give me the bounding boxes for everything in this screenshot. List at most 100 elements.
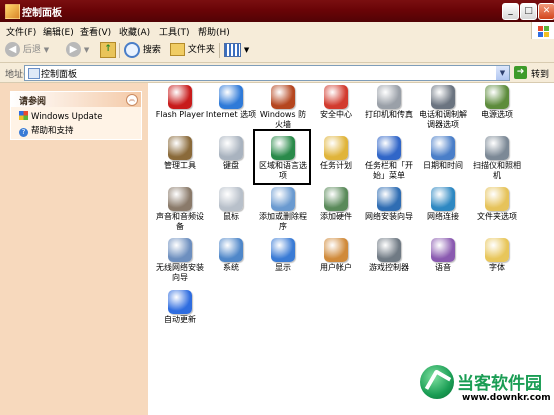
address-input[interactable]: 控制面板 ▼ [24,65,510,81]
speaker-icon [168,187,192,211]
control-panel-item[interactable]: 管理工具 [153,134,207,186]
search-label: 搜索 [142,45,161,56]
back-button[interactable]: ◀ 后退 ▼ [5,42,49,59]
up-folder-button[interactable]: ↑ [100,42,116,59]
control-panel-item[interactable]: 键盘 [204,134,258,186]
sidebar: 请参阅 ︽ Windows Update ? 帮助和支持 [0,83,148,415]
item-label: 文件夹选项 [477,212,517,221]
item-label: Internet 选项 [205,110,257,119]
item-label: 无线网络安装向导 [156,263,204,282]
menu-edit[interactable]: 编辑(E) [43,25,74,38]
control-panel-item[interactable]: 扫描仪和照相机 [470,134,524,186]
item-label: 网络连接 [427,212,459,221]
maximize-button[interactable]: □ [520,3,537,20]
forward-arrow-icon: ▶ [66,42,81,57]
control-panel-item[interactable]: 显示 [256,236,310,288]
item-label: 声音和音频设备 [156,212,204,231]
control-panel-item[interactable]: 游戏控制器 [362,236,416,288]
views-dropdown-icon: ▼ [243,46,250,54]
back-arrow-icon: ◀ [5,42,20,57]
help-support-link[interactable]: ? 帮助和支持 [19,124,74,137]
see-also-title: 请参阅 [19,97,47,107]
control-panel-item[interactable]: 打印机和传真 [362,83,416,135]
control-panel-icon [5,4,20,19]
see-also-panel: 请参阅 ︽ Windows Update ? 帮助和支持 [10,91,142,140]
item-label: 鼠标 [223,212,239,221]
folders-button[interactable]: 文件夹 [170,42,215,59]
item-label: Flash Player [155,110,205,119]
go-button[interactable]: 转到 [531,67,549,80]
back-dropdown-icon: ▼ [43,46,50,54]
item-label: 语音 [435,263,451,272]
taskbar-icon [377,136,401,160]
window-title: 控制面板 [22,8,62,19]
control-panel-item[interactable]: Internet 选项 [204,83,258,135]
collapse-chevron-icon[interactable]: ︽ [126,94,138,106]
control-panel-item[interactable]: 用户帐户 [309,236,363,288]
control-panel-item[interactable]: 语音 [416,236,470,288]
windows-logo-icon [531,22,554,39]
menu-favorites[interactable]: 收藏(A) [119,25,150,38]
control-panel-item[interactable]: 无线网络安装向导 [153,236,207,288]
search-button[interactable]: 搜索 [124,42,161,59]
item-label: 打印机和传真 [365,110,413,119]
control-panel-items: Flash Player Internet 选项 Windows 防火墙 安全中心 打印… [148,83,554,415]
menu-help[interactable]: 帮助(H) [198,25,230,38]
address-value: 控制面板 [41,70,78,80]
firewall-icon [271,85,295,109]
control-panel-item[interactable]: 任务栏和「开始」菜单 [362,134,416,186]
menu-tools[interactable]: 工具(T) [159,25,190,38]
windows-update-link[interactable]: Windows Update [19,111,102,122]
network-wizard-icon [377,187,401,211]
item-label: 添加或删除程序 [259,212,307,231]
see-also-header[interactable]: 请参阅 ︽ [11,92,141,107]
menu-bar: 文件(F) 编辑(E) 查看(V) 收藏(A) 工具(T) 帮助(H) [0,22,554,40]
item-label: 扫描仪和照相机 [473,161,521,180]
go-arrow-icon[interactable]: ➜ [514,66,527,79]
folders-label: 文件夹 [187,45,215,55]
mouse-icon [219,187,243,211]
speech-icon [431,238,455,262]
address-dropdown-icon[interactable]: ▼ [496,66,509,80]
minimize-button[interactable]: _ [502,3,519,20]
item-label: 安全中心 [320,110,352,119]
network-icon [431,187,455,211]
control-panel-item[interactable]: 文件夹选项 [470,185,524,237]
control-panel-item[interactable]: 添加硬件 [309,185,363,237]
update-icon [168,290,192,314]
wireless-icon [168,238,192,262]
item-label: 日期和时间 [423,161,463,170]
forward-button[interactable]: ▶ ▼ [66,42,89,59]
help-support-label: 帮助和支持 [31,126,74,136]
item-label: 管理工具 [164,161,196,170]
display-icon [271,238,295,262]
control-panel-item[interactable]: 网络连接 [416,185,470,237]
control-panel-item[interactable]: 自动更新 [153,288,207,340]
views-icon [224,42,241,57]
folder-icon [170,43,185,56]
control-panel-item[interactable]: 声音和音频设备 [153,185,207,237]
control-panel-item[interactable]: 日期和时间 [416,134,470,186]
control-panel-item[interactable]: 电话和调制解调器选项 [416,83,470,135]
item-label: 系统 [223,263,239,272]
views-button[interactable]: ▼ [224,42,249,59]
control-panel-item[interactable]: 网络安装向导 [362,185,416,237]
close-button[interactable]: ✕ [538,3,554,20]
control-panel-item[interactable]: Windows 防火墙 [256,83,310,135]
control-panel-item[interactable]: Flash Player [153,83,207,135]
watermark-brand: 当客软件园 [457,374,542,394]
control-panel-item[interactable]: 添加或删除程序 [256,185,310,237]
control-panel-item[interactable]: 鼠标 [204,185,258,237]
control-panel-item[interactable]: 任务计划 [309,134,363,186]
menu-view[interactable]: 查看(V) [80,25,111,38]
item-label: 添加硬件 [320,212,352,221]
control-panel-item[interactable]: 电源选项 [470,83,524,135]
control-panel-item[interactable]: 系统 [204,236,258,288]
brand-logo-icon [420,365,454,399]
item-label: 网络安装向导 [365,212,413,221]
menu-file[interactable]: 文件(F) [6,25,36,38]
help-icon: ? [19,128,28,137]
control-panel-item[interactable]: 安全中心 [309,83,363,135]
control-panel-item[interactable]: 字体 [470,236,524,288]
title-bar: 控制面板 _ □ ✕ [0,0,554,22]
